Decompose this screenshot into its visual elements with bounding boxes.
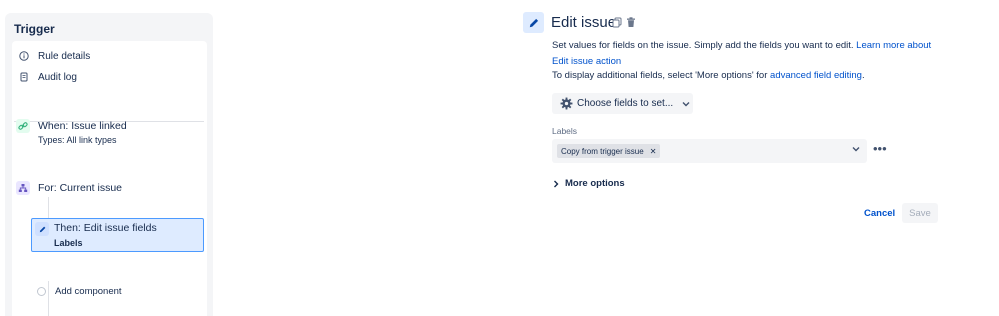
edit-issue-icon bbox=[523, 12, 544, 33]
more-actions-icon[interactable]: ••• bbox=[873, 141, 887, 156]
add-circle-icon bbox=[37, 287, 46, 296]
copy-icon[interactable] bbox=[611, 16, 623, 28]
trigger-subtitle: Types: All link types bbox=[38, 135, 117, 145]
choose-fields-label: Choose fields to set... bbox=[577, 98, 674, 109]
action-subtitle: Labels bbox=[54, 238, 83, 248]
pencil-icon bbox=[35, 222, 49, 236]
rule-details-label: Rule details bbox=[38, 50, 91, 62]
hint-suffix: . bbox=[861, 70, 865, 81]
audit-log-label: Audit log bbox=[38, 71, 77, 83]
trash-icon[interactable] bbox=[625, 16, 637, 28]
link-icon bbox=[16, 119, 30, 133]
add-component-label: Add component bbox=[55, 286, 122, 297]
panel-title: Edit issue bbox=[551, 14, 617, 31]
choose-fields-button[interactable]: Choose fields to set... bbox=[552, 93, 693, 114]
action-title: Then: Edit issue fields bbox=[54, 222, 157, 234]
cancel-button[interactable]: Cancel bbox=[860, 204, 899, 223]
remove-tag-icon[interactable]: ✕ bbox=[650, 147, 657, 156]
branch-node[interactable]: For: Current issue bbox=[16, 181, 122, 195]
chevron-down-icon bbox=[682, 101, 690, 107]
more-options-toggle[interactable]: More options bbox=[553, 178, 625, 189]
labels-select[interactable]: Copy from trigger issue ✕ bbox=[552, 139, 867, 163]
labels-field-caption: Labels bbox=[552, 126, 578, 136]
branch-title: For: Current issue bbox=[38, 182, 123, 194]
rule-sidebar: Trigger Rule details Audit log When: Iss… bbox=[5, 13, 213, 316]
labels-chevron-down-icon[interactable] bbox=[852, 146, 860, 152]
audit-log-link[interactable]: Audit log bbox=[19, 69, 77, 85]
rule-details-link[interactable]: Rule details bbox=[19, 48, 90, 64]
hint-text: To display additional fields, select 'Mo… bbox=[552, 70, 768, 81]
add-component-button[interactable]: Add component bbox=[37, 286, 122, 297]
label-tag-text: Copy from trigger issue bbox=[561, 146, 644, 156]
label-tag: Copy from trigger issue ✕ bbox=[557, 144, 661, 158]
sidebar-content: Rule details Audit log When: Issue linke… bbox=[12, 41, 207, 316]
trigger-title: When: Issue linked bbox=[38, 120, 127, 132]
gear-icon bbox=[560, 97, 573, 110]
description-text: Set values for fields on the issue. Simp… bbox=[552, 40, 854, 51]
document-icon bbox=[19, 72, 29, 82]
action-card-edit-issue[interactable]: Then: Edit issue fields Labels bbox=[31, 218, 204, 252]
additional-fields-hint: To display additional fields, select 'Mo… bbox=[552, 70, 865, 81]
trigger-node[interactable]: When: Issue linked Types: All link types bbox=[16, 119, 127, 145]
branch-icon bbox=[16, 181, 30, 195]
sidebar-title: Trigger bbox=[14, 22, 55, 36]
panel-description: Set values for fields on the issue. Simp… bbox=[552, 38, 944, 70]
advanced-field-editing-link[interactable]: advanced field editing bbox=[770, 70, 862, 81]
info-icon bbox=[19, 51, 29, 61]
save-button[interactable]: Save bbox=[902, 203, 938, 223]
chevron-right-icon bbox=[553, 180, 559, 188]
more-options-label: More options bbox=[565, 178, 625, 189]
